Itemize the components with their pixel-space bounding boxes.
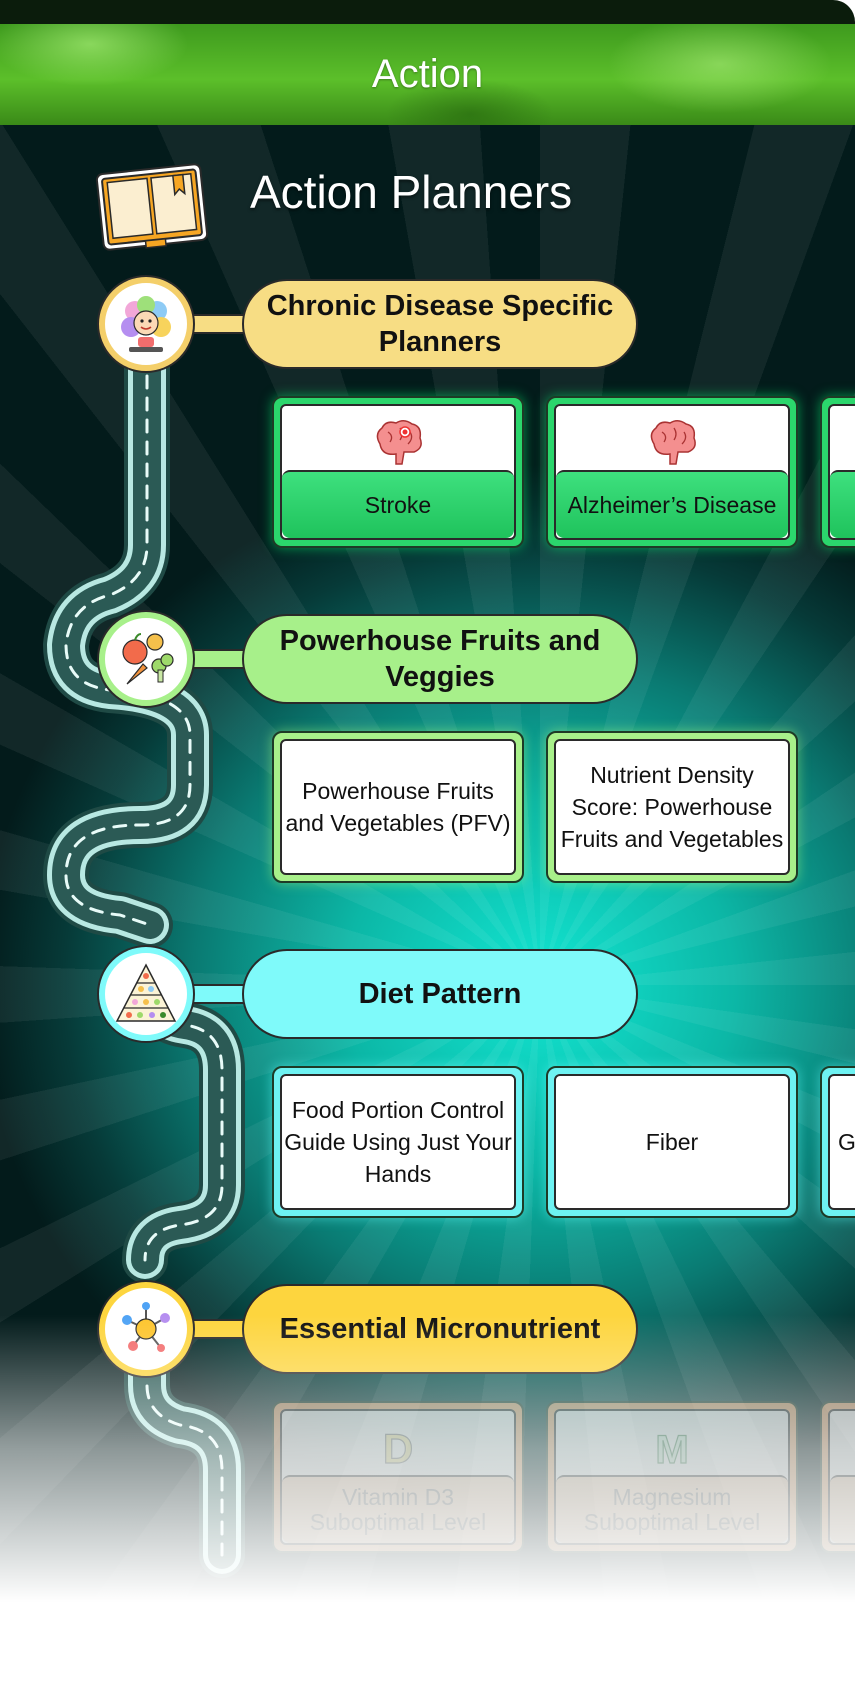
molecule-icon	[122, 1302, 170, 1352]
planner-card-alzheimers[interactable]: Alzheimer’s Disease	[546, 396, 798, 548]
fruits-veggies-icon	[122, 633, 174, 685]
food-pyramid-icon	[115, 963, 177, 1022]
group-node-micronutrient[interactable]	[99, 1282, 193, 1376]
planner-card-magnesium[interactable]: M Magnesium Suboptimal Level	[546, 1401, 798, 1553]
card-label: Powerhouse Fruits and Vegetables (PFV)	[280, 739, 516, 875]
planner-card-partial[interactable]: Go	[820, 1066, 855, 1218]
letter-d-icon: D	[382, 1424, 414, 1472]
group-title-diet-pattern[interactable]: Diet Pattern	[242, 949, 638, 1039]
section-title: Action Planners	[250, 166, 573, 218]
svg-text:M: M	[655, 1428, 688, 1472]
planner-card-vitamin-d3[interactable]: D Vitamin D3 Suboptimal Level	[272, 1401, 524, 1553]
card-label: Vitamin D3 Suboptimal Level	[282, 1475, 514, 1543]
status-bar	[0, 0, 855, 24]
book-icon	[96, 163, 208, 251]
group-title-micronutrient[interactable]: Essential Micronutrient	[242, 1284, 638, 1374]
planner-card-fiber[interactable]: Fiber	[546, 1066, 798, 1218]
planner-card-partial[interactable]	[820, 1401, 855, 1553]
planner-card-stroke[interactable]: Stroke	[272, 396, 524, 548]
group-title-fruits-veggies[interactable]: Powerhouse Fruits and Veggies	[242, 614, 638, 704]
card-label: Nutrient Density Score: Powerhouse Fruit…	[554, 739, 790, 875]
card-label: Go	[828, 1074, 855, 1210]
group-title-chronic-disease[interactable]: Chronic Disease Specific Planners	[242, 279, 638, 369]
header-bar: Action	[0, 24, 855, 125]
planner-card-portion-control[interactable]: Food Portion Control Guide Using Just Yo…	[272, 1066, 524, 1218]
planner-card-partial[interactable]	[820, 396, 855, 548]
group-node-chronic-disease[interactable]	[99, 277, 193, 371]
group-node-diet-pattern[interactable]	[99, 947, 193, 1041]
card-label: Food Portion Control Guide Using Just Yo…	[280, 1074, 516, 1210]
brain-icon	[650, 420, 696, 465]
svg-text:D: D	[383, 1425, 413, 1472]
action-planners-screen[interactable]: Action Planners Chronic Disease Specific…	[0, 125, 855, 1698]
page-title: Action	[371, 52, 484, 96]
card-label: Stroke	[282, 470, 514, 538]
brain-icon	[376, 420, 422, 465]
planner-card-nutrient-density[interactable]: Nutrient Density Score: Powerhouse Fruit…	[546, 731, 798, 883]
group-node-fruits-veggies[interactable]	[99, 612, 193, 706]
letter-m-icon: M	[655, 1427, 690, 1472]
card-label: Alzheimer’s Disease	[556, 470, 788, 538]
card-label: Fiber	[554, 1074, 790, 1210]
planner-card-pfv[interactable]: Powerhouse Fruits and Vegetables (PFV)	[272, 731, 524, 883]
card-label: Magnesium Suboptimal Level	[556, 1475, 788, 1543]
flower-mascot-icon	[121, 296, 171, 352]
